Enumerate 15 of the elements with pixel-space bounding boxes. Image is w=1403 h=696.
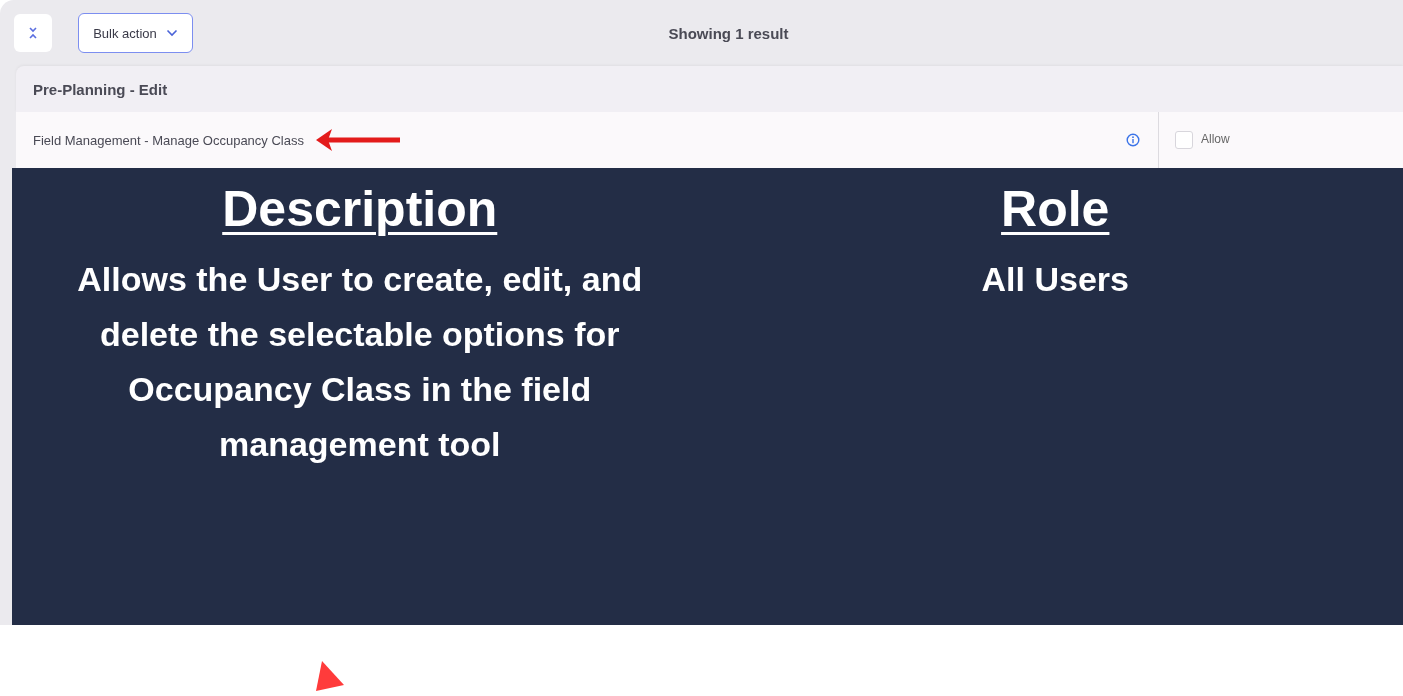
collapse-button[interactable]	[14, 14, 52, 52]
overlay-text: Allows the User to create, edit, and delete the selectable options for Occupancy Class in the field management tool	[76, 259, 644, 465]
overlay-heading: Role	[1001, 180, 1110, 238]
checkbox-label: Allow	[1201, 132, 1230, 146]
bulk-action-dropdown[interactable]: Bulk action	[78, 13, 193, 53]
overlay-heading: Description	[222, 180, 498, 238]
overlay-text: All Users	[980, 259, 1130, 300]
permission-label: Field Management - Manage Occupancy Class	[33, 132, 304, 148]
chevron-down-icon	[165, 29, 178, 37]
pointer-icon	[314, 659, 346, 693]
info-icon[interactable]	[1126, 133, 1140, 147]
group-title: Pre-Planning - Edit	[33, 80, 168, 98]
checkbox[interactable]	[1175, 131, 1193, 149]
collapse-icon	[28, 25, 38, 41]
result-count: Showing 1 result	[667, 24, 790, 42]
